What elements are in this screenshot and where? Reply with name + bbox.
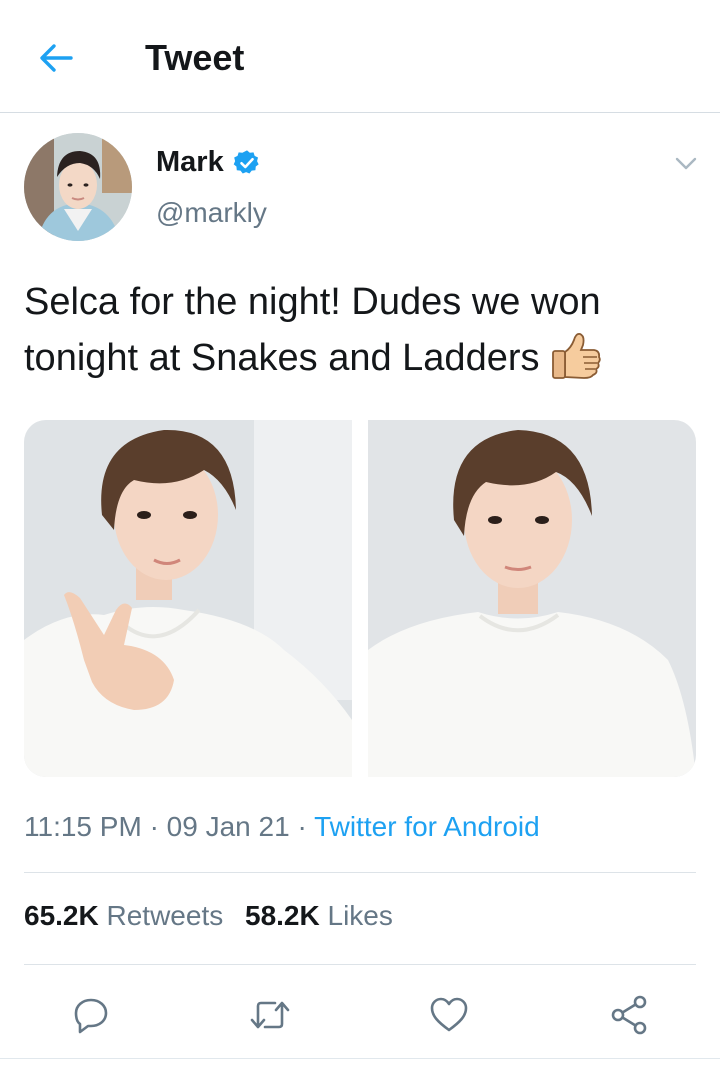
thumbs-up-icon [551, 332, 601, 379]
divider [24, 964, 696, 965]
retweets-label: Retweets [106, 900, 224, 931]
retweet-icon [250, 1001, 290, 1029]
author-name-row[interactable]: Mark [156, 146, 261, 179]
tweet-photo-1[interactable] [24, 420, 352, 777]
meta-separator: · [149, 811, 159, 842]
reply-button[interactable] [66, 990, 116, 1040]
chevron-down-icon [675, 157, 697, 170]
retweets-stat[interactable]: 65.2K Retweets [24, 900, 223, 932]
author-name: Mark [156, 146, 224, 178]
tweet-source-link[interactable]: Twitter for Android [314, 811, 540, 842]
back-button[interactable] [30, 32, 82, 84]
page-title: Tweet [145, 37, 245, 78]
action-bar [0, 990, 720, 1040]
likes-label: Likes [327, 900, 393, 931]
meta-separator: · [297, 811, 307, 842]
divider [24, 872, 696, 873]
tweet-text-line-2-row: tonight at Snakes and Ladders [24, 330, 704, 386]
tweet-text-line-2: tonight at Snakes and Ladders [24, 337, 540, 379]
retweet-button[interactable] [245, 990, 295, 1040]
tweet-meta: 11:15 PM · 09 Jan 21 · Twitter for Andro… [24, 811, 540, 843]
arrow-left-icon [40, 44, 73, 72]
reply-icon [74, 998, 108, 1034]
top-bar: Tweet [0, 0, 720, 113]
tweet-stats: 65.2K Retweets 58.2K Likes [24, 900, 393, 932]
verified-badge-icon [233, 149, 259, 173]
tweet-photo-2[interactable] [368, 420, 696, 777]
like-icon [430, 997, 468, 1032]
bottom-divider [0, 1058, 720, 1059]
tweet-date: 09 Jan 21 [166, 811, 290, 842]
tweet-time: 11:15 PM [24, 811, 142, 842]
share-button[interactable] [604, 990, 654, 1040]
avatar[interactable] [24, 133, 132, 241]
likes-stat[interactable]: 58.2K Likes [245, 900, 393, 932]
retweets-count: 65.2K [24, 900, 99, 931]
tweet-text: Selca for the night! Dudes we won tonigh… [24, 274, 704, 386]
more-options-button[interactable] [666, 148, 706, 180]
author-handle[interactable]: @markly [156, 197, 267, 229]
tweet-text-line-1: Selca for the night! Dudes we won [24, 281, 601, 323]
like-button[interactable] [424, 990, 474, 1040]
share-icon [611, 995, 647, 1035]
likes-count: 58.2K [245, 900, 320, 931]
